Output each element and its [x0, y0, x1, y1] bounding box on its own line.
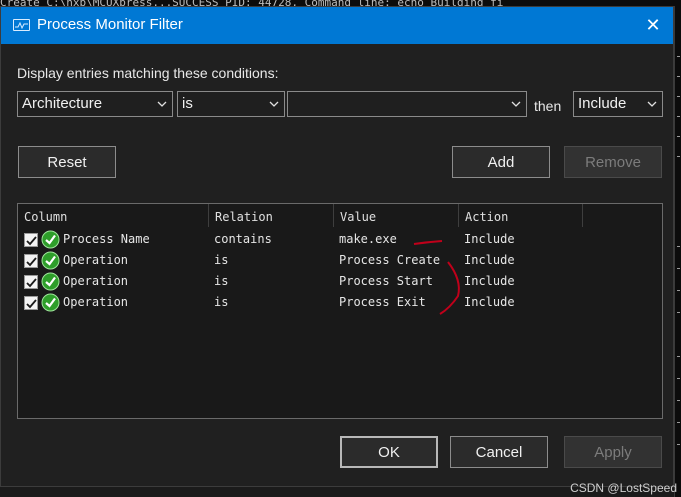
chevron-down-icon: [647, 101, 657, 107]
chevron-down-icon: [511, 101, 521, 107]
background-window-edge: [674, 6, 681, 497]
apply-button[interactable]: Apply: [564, 436, 662, 468]
add-button[interactable]: Add: [452, 146, 550, 178]
chevron-down-icon: [269, 101, 279, 107]
title-bar[interactable]: Process Monitor Filter ✕: [1, 7, 673, 44]
relation-select[interactable]: is: [177, 91, 285, 117]
monitor-app-icon: [13, 19, 30, 31]
action-select-value: Include: [578, 95, 627, 112]
remove-button[interactable]: Remove: [564, 146, 662, 178]
then-label: then: [534, 98, 562, 114]
annotation-bracket: [439, 261, 460, 315]
chevron-down-icon: [157, 101, 167, 107]
conditions-prompt: Display entries matching these condition…: [17, 65, 279, 81]
column-select-value: Architecture: [22, 95, 103, 112]
red-annotation-marks: [413, 240, 460, 315]
cancel-button[interactable]: Cancel: [450, 436, 548, 468]
column-select[interactable]: Architecture: [17, 91, 173, 117]
csdn-watermark: CSDN @LostSpeed: [570, 481, 677, 495]
value-combo[interactable]: [287, 91, 527, 117]
close-button[interactable]: ✕: [643, 15, 663, 35]
action-select[interactable]: Include: [573, 91, 663, 117]
annotation-underline: [413, 240, 443, 245]
filter-dialog: Process Monitor Filter ✕ Display entries…: [0, 6, 674, 487]
window-title: Process Monitor Filter: [37, 16, 183, 33]
filter-list[interactable]: Column Relation Value Action Process Nam…: [17, 203, 663, 419]
ok-button[interactable]: OK: [340, 436, 438, 468]
reset-button[interactable]: Reset: [18, 146, 116, 178]
relation-select-value: is: [182, 95, 193, 112]
